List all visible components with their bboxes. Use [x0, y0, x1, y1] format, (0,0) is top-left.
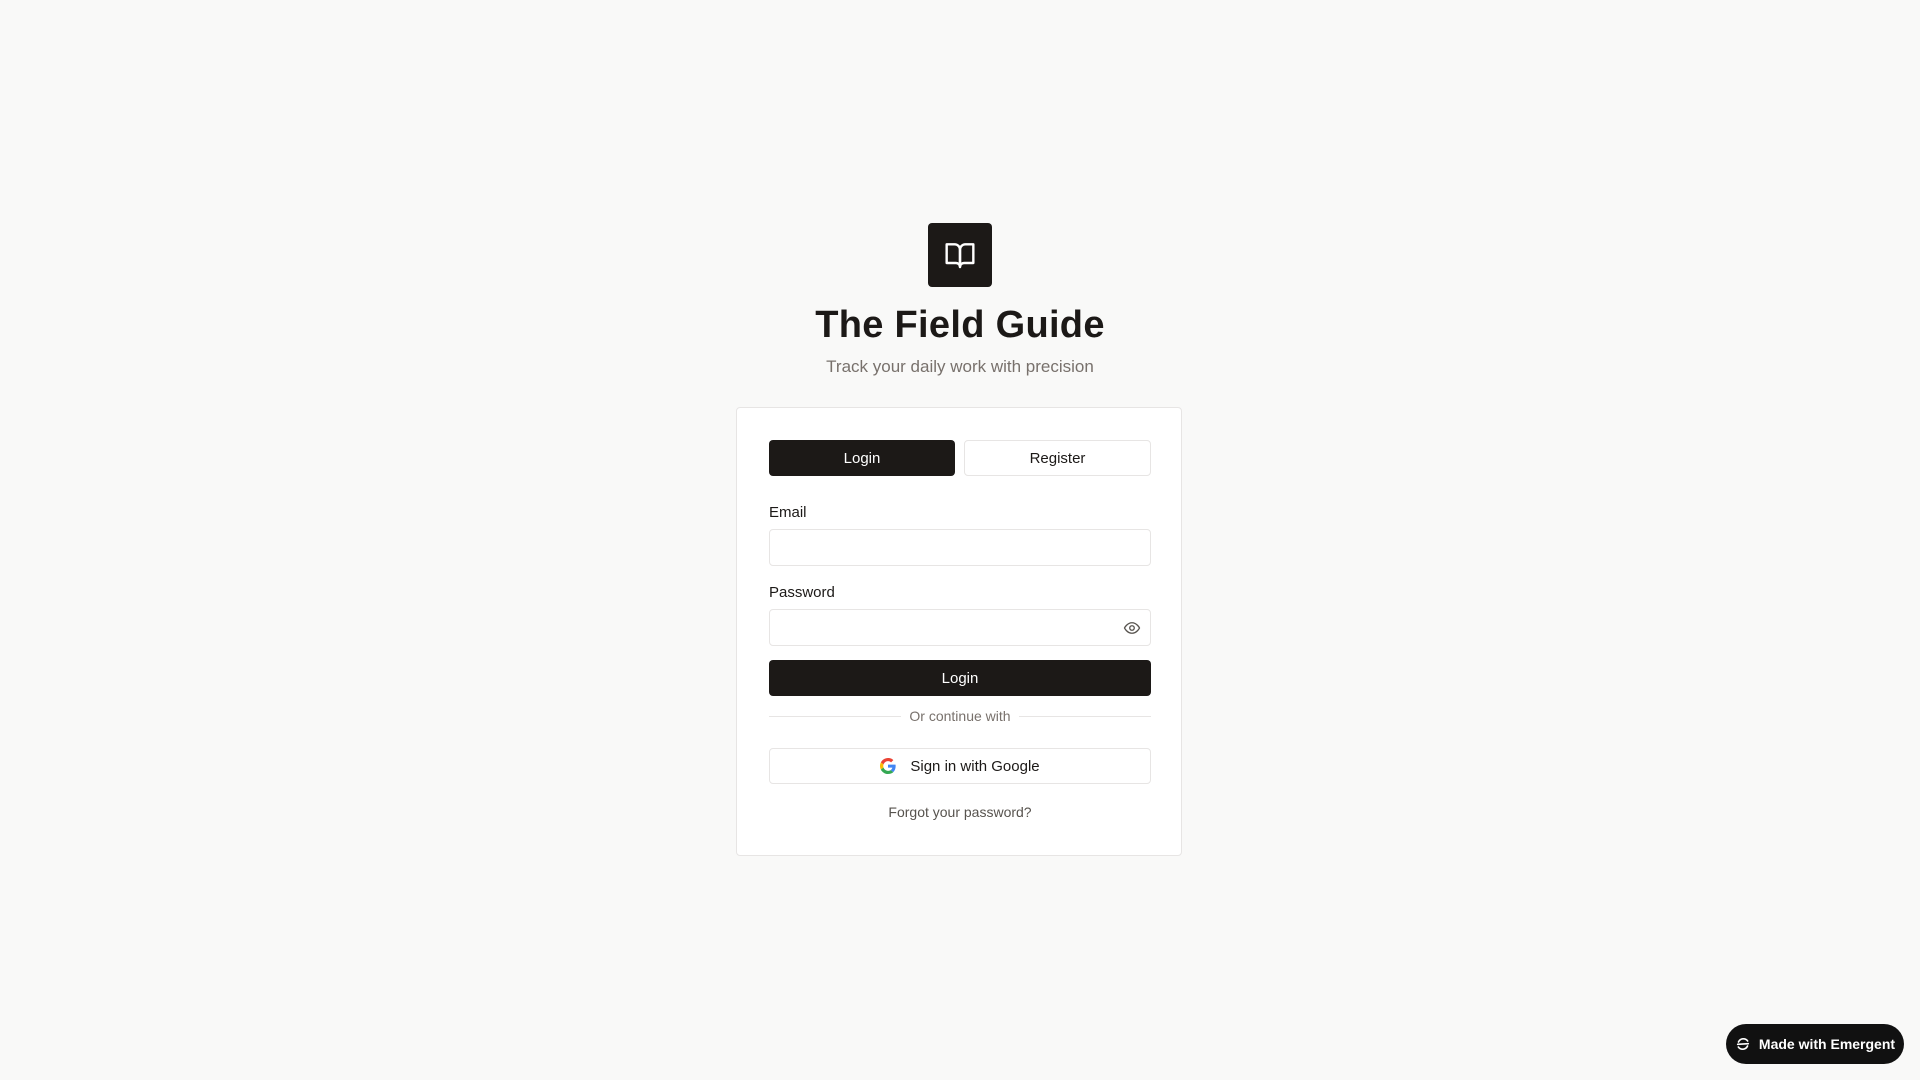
divider: Or continue with	[769, 704, 1151, 728]
tab-register[interactable]: Register	[964, 440, 1151, 476]
password-field[interactable]	[769, 609, 1151, 646]
forgot-password-link[interactable]: Forgot your password?	[737, 804, 1183, 820]
badge-label: Made with Emergent	[1758, 1036, 1896, 1052]
google-icon	[880, 758, 897, 774]
page-title: The Field Guide	[815, 304, 1105, 346]
auth-tabs: Login Register	[769, 440, 1151, 476]
divider-line-right	[1019, 716, 1151, 717]
google-signin-label: Sign in with Google	[910, 757, 1040, 775]
emergent-logo-icon	[1735, 1036, 1751, 1052]
brand-header: The Field Guide Track your daily work wi…	[0, 223, 1920, 377]
login-submit-button[interactable]: Login	[769, 660, 1151, 696]
auth-card: Login Register Email Password Login Or c…	[736, 407, 1182, 856]
eye-icon[interactable]	[1123, 619, 1141, 637]
google-signin-button[interactable]: Sign in with Google	[769, 748, 1151, 784]
made-with-emergent-badge[interactable]: Made with Emergent	[1726, 1024, 1904, 1064]
password-label: Password	[769, 584, 835, 601]
tab-login[interactable]: Login	[769, 440, 955, 476]
page-subtitle: Track your daily work with precision	[826, 357, 1094, 376]
email-label: Email	[769, 504, 807, 521]
book-open-icon	[928, 223, 992, 287]
email-field[interactable]	[769, 529, 1151, 566]
